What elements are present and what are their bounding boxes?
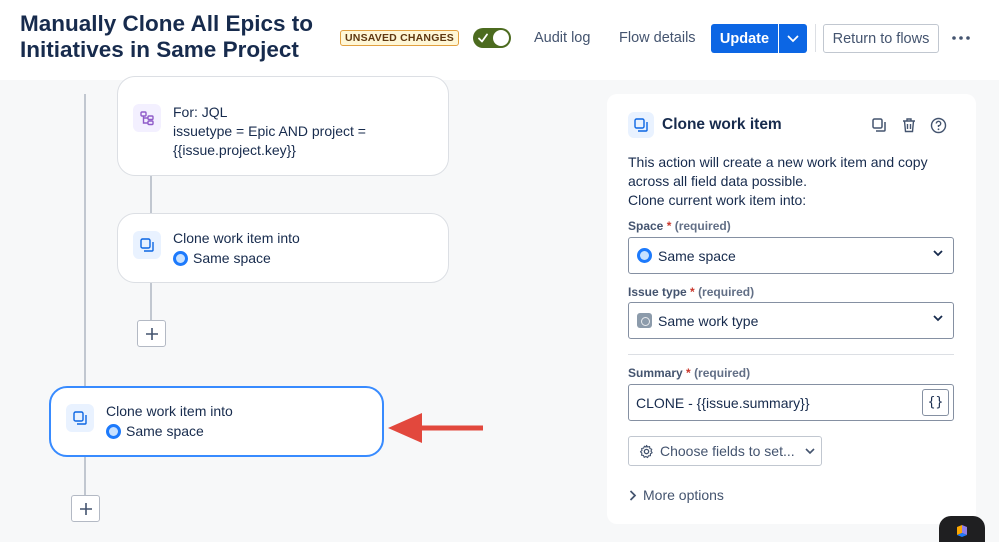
issue-type-field-label: Issue type * (required) — [628, 285, 754, 299]
chevron-down-icon — [787, 35, 799, 42]
required-mark: * — [690, 285, 695, 299]
plus-icon — [145, 327, 158, 340]
space-select[interactable]: Same space — [628, 237, 954, 274]
clone-card-text: Clone work item into Same space — [106, 402, 233, 441]
unsaved-changes-badge: UNSAVED CHANGES — [340, 30, 459, 46]
help-icon — [930, 117, 946, 133]
audit-log-link[interactable]: Audit log — [534, 30, 590, 46]
label-text: Summary — [628, 366, 683, 380]
required-text: (required) — [674, 219, 731, 233]
clone-card-space: Same space — [193, 250, 271, 266]
for-jql-query-line1: issuetype = Epic AND project = — [173, 123, 366, 139]
branch-icon — [133, 104, 161, 132]
space-avatar-icon — [173, 251, 188, 266]
more-horizontal-icon — [952, 36, 970, 40]
trash-icon — [903, 118, 915, 133]
issue-type-select-value: Same work type — [658, 312, 759, 329]
summary-field-label: Summary * (required) — [628, 366, 750, 380]
more-options-label: More options — [643, 487, 724, 503]
clone-icon — [133, 231, 161, 259]
clone-card-title: Clone work item into — [106, 403, 233, 419]
panel-title: Clone work item — [662, 116, 782, 133]
required-text: (required) — [694, 366, 751, 380]
for-jql-query-line2: {{issue.project.key}} — [173, 142, 296, 158]
issue-type-select[interactable]: Same work type — [628, 302, 954, 339]
clone-card-text: Clone work item into Same space — [173, 229, 300, 268]
more-options-toggle[interactable]: More options — [629, 487, 724, 503]
space-select-value: Same space — [658, 247, 736, 264]
clone-card-title: Clone work item into — [173, 230, 300, 246]
copy-icon — [872, 118, 886, 132]
choose-fields-button[interactable]: Choose fields to set... — [628, 436, 822, 466]
description-line: Clone current work item into: — [628, 192, 807, 208]
chevron-down-icon — [805, 447, 815, 454]
config-panel: Clone work item This action will create … — [607, 94, 976, 524]
plus-icon — [79, 502, 92, 515]
for-jql-card[interactable]: For: JQL issuetype = Epic AND project = … — [117, 76, 449, 176]
clone-card-space: Same space — [126, 423, 204, 439]
chevron-down-icon — [933, 315, 943, 322]
flow-details-link[interactable]: Flow details — [619, 30, 696, 46]
clone-card-branch[interactable]: Clone work item into Same space — [117, 213, 449, 283]
check-icon — [478, 33, 488, 43]
description-line: across all field data possible. — [628, 173, 807, 189]
gear-icon — [639, 444, 653, 458]
summary-input[interactable]: CLONE - {{issue.summary}} {} — [628, 384, 954, 421]
space-avatar-icon — [637, 248, 652, 263]
flow-branch-line — [150, 175, 152, 213]
page-title: Manually Clone All Epics to Initiatives … — [20, 11, 313, 62]
flow-branch-line-2 — [150, 282, 152, 320]
space-field-label: Space * (required) — [628, 219, 731, 233]
choose-fields-label: Choose fields to set... — [660, 443, 795, 459]
label-text: Space — [628, 219, 664, 233]
required-mark: * — [666, 219, 672, 233]
add-step-button[interactable] — [137, 320, 166, 347]
smart-value-button[interactable]: {} — [922, 389, 949, 416]
space-avatar-icon — [106, 424, 121, 439]
app-launcher-button[interactable] — [939, 516, 985, 542]
enable-toggle[interactable] — [473, 28, 511, 48]
help-button[interactable] — [929, 116, 947, 134]
header-divider — [815, 24, 816, 52]
for-jql-text: For: JQL issuetype = Epic AND project = … — [173, 103, 366, 160]
clone-icon — [66, 404, 94, 432]
clone-icon — [628, 112, 654, 138]
summary-input-value: CLONE - {{issue.summary}} — [636, 394, 810, 411]
app-logo-icon — [957, 525, 967, 537]
add-step-button-bottom[interactable] — [71, 495, 100, 522]
update-button[interactable]: Update — [711, 24, 778, 53]
panel-divider — [628, 354, 954, 355]
for-jql-title: For: JQL — [173, 104, 228, 120]
flow-main-line — [84, 94, 86, 386]
red-arrow-annotation — [388, 413, 483, 443]
required-text: (required) — [698, 285, 755, 299]
label-text: Issue type — [628, 285, 687, 299]
duplicate-button[interactable] — [870, 116, 888, 134]
chevron-right-icon — [629, 489, 637, 501]
delete-button[interactable] — [900, 116, 918, 134]
required-mark: * — [686, 366, 691, 380]
clone-card-selected[interactable]: Clone work item into Same space — [49, 386, 384, 457]
return-to-flows-button[interactable]: Return to flows — [823, 24, 939, 53]
chevron-down-icon — [933, 250, 943, 257]
panel-description: This action will create a new work item … — [628, 153, 948, 210]
header: Manually Clone All Epics to Initiatives … — [0, 0, 999, 80]
work-type-icon — [637, 313, 652, 328]
description-line: This action will create a new work item … — [628, 154, 928, 170]
toggle-knob — [493, 30, 509, 46]
update-dropdown-button[interactable] — [779, 24, 807, 53]
more-options-button[interactable] — [950, 28, 972, 48]
flow-main-line-bottom — [84, 456, 86, 496]
